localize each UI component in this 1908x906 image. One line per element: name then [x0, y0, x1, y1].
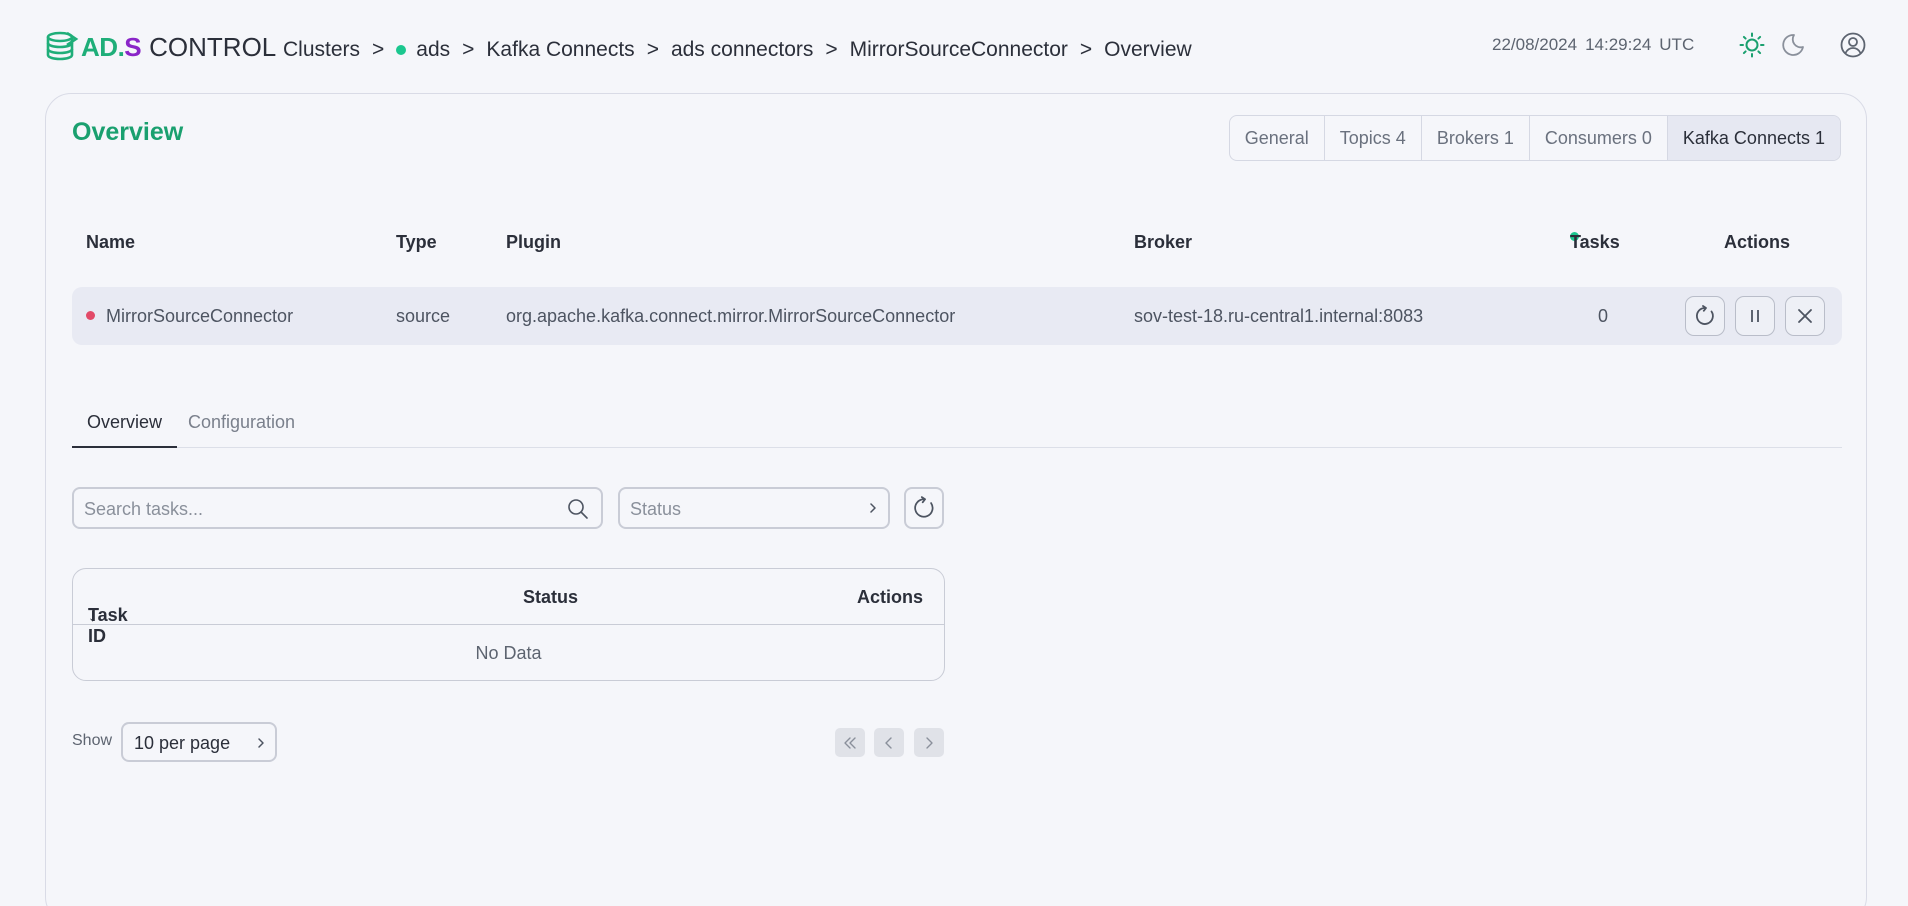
restart-icon — [1696, 305, 1714, 325]
cluster-section-tabs: General Topics 4 Brokers 1 Consumers 0 K… — [1228, 115, 1841, 161]
delete-connector-button[interactable] — [1785, 296, 1825, 336]
chevron-right-icon — [926, 736, 933, 749]
breadcrumb-kafka-connects[interactable]: Kafka Connects — [486, 38, 634, 62]
tab-configuration[interactable]: Configuration — [188, 412, 295, 448]
column-name[interactable]: Name — [86, 232, 135, 253]
logo-s-text: S — [124, 31, 142, 62]
tasks-table-header: Task ID ↓ Status Actions — [73, 569, 944, 646]
pause-icon — [1751, 310, 1759, 322]
chevron-right-icon — [258, 738, 264, 748]
breadcrumb-cluster-ads[interactable]: ads — [396, 38, 450, 62]
breadcrumb-connect-cluster[interactable]: ads connectors — [671, 38, 813, 62]
breadcrumb-cluster-label: ads — [416, 38, 451, 61]
tasks-table: Task ID ↓ Status Actions No Data — [72, 568, 945, 681]
tab-kafka-connects[interactable]: Kafka Connects 1 — [1667, 116, 1840, 160]
connector-plugin: org.apache.kafka.connect.mirror.MirrorSo… — [506, 306, 956, 326]
refresh-tasks-button[interactable] — [904, 487, 944, 529]
breadcrumb-separator: > — [825, 38, 838, 61]
time-text: 14:29:24 — [1585, 35, 1652, 54]
sort-descending-icon: ↓ — [88, 605, 97, 625]
search-icon[interactable] — [567, 498, 589, 520]
breadcrumb-clusters[interactable]: Clusters — [283, 38, 360, 62]
next-page-button[interactable] — [914, 728, 944, 757]
connector-name: MirrorSourceConnector — [106, 306, 294, 326]
light-theme-sun-icon[interactable] — [1739, 32, 1765, 58]
column-plugin[interactable]: Plugin — [506, 232, 561, 253]
breadcrumb-separator: > — [372, 38, 385, 61]
date-text: 22/08/2024 — [1492, 35, 1578, 54]
breadcrumb-separator: > — [646, 38, 659, 61]
top-header: AD. S CONTROL Clusters > ads > Kafka Conne… — [0, 0, 1908, 92]
tab-overview[interactable]: Overview — [72, 412, 178, 448]
double-chevron-left-icon — [844, 736, 856, 749]
page-title: Overview — [72, 118, 184, 146]
chevron-left-icon — [885, 736, 892, 749]
logo-ad-text: AD — [81, 31, 118, 62]
breadcrumb-separator: > — [462, 38, 475, 61]
tab-brokers[interactable]: Brokers 1 — [1422, 116, 1530, 160]
connector-name-cell: MirrorSourceConnector — [86, 306, 293, 327]
column-broker[interactable]: Broker — [1134, 232, 1192, 253]
column-actions: Actions — [1724, 232, 1791, 252]
per-page-value: 10 per page — [134, 733, 231, 753]
connector-type: source — [396, 306, 451, 326]
close-icon — [1798, 309, 1812, 323]
connector-table-header: Name Type Plugin Broker Tasks Actions — [46, 232, 1868, 262]
database-logo-icon — [46, 31, 79, 61]
cluster-status-dot — [396, 45, 407, 55]
first-page-button[interactable] — [835, 728, 865, 757]
status-placeholder: Status — [630, 499, 682, 519]
column-type[interactable]: Type — [396, 232, 437, 253]
connector-status-dot — [86, 310, 95, 320]
logo-dot-text: . — [117, 31, 125, 62]
per-page-select[interactable]: 10 per page — [121, 722, 277, 762]
search-placeholder: Search tasks... — [84, 499, 204, 519]
connector-row[interactable]: MirrorSourceConnector source org.apache.… — [72, 287, 1842, 345]
breadcrumb-connector[interactable]: MirrorSourceConnector — [850, 38, 1068, 62]
refresh-icon — [914, 496, 934, 518]
column-task-actions: Actions — [857, 587, 924, 607]
timezone-text: UTC — [1659, 35, 1695, 54]
breadcrumb-current-page: Overview — [1104, 38, 1192, 61]
restart-connector-button[interactable] — [1685, 296, 1725, 336]
tab-general[interactable]: General — [1230, 116, 1325, 160]
pause-connector-button[interactable] — [1735, 296, 1775, 336]
column-status[interactable]: Status — [523, 587, 578, 608]
search-tasks-input[interactable]: Search tasks... — [72, 487, 603, 529]
empty-state-text: No Data — [475, 643, 542, 663]
connector-sub-tabs: Overview Configuration — [72, 412, 1842, 448]
tab-consumers[interactable]: Consumers 0 — [1530, 116, 1668, 160]
server-datetime: 22/08/2024 14:29:24 UTC — [1492, 35, 1694, 55]
dark-theme-moon-icon[interactable] — [1780, 32, 1806, 58]
breadcrumb-separator: > — [1079, 38, 1093, 61]
connector-tasks-count: 0 — [1598, 306, 1609, 326]
status-filter-select[interactable]: Status — [618, 487, 890, 529]
previous-page-button[interactable] — [874, 728, 904, 757]
ads-control-logo[interactable]: AD. S CONTROL — [45, 30, 276, 64]
chevron-right-icon — [870, 503, 876, 513]
user-profile-icon[interactable] — [1840, 32, 1866, 58]
breadcrumb: Clusters > ads > Kafka Connects > ads co… — [283, 38, 1192, 62]
logo-control-text: CONTROL — [149, 31, 277, 62]
overview-card: Overview General Topics 4 Brokers 1 Cons… — [45, 93, 1867, 906]
column-tasks-label: Tasks — [1570, 232, 1620, 252]
tab-topics[interactable]: Topics 4 — [1325, 116, 1422, 160]
show-label: Show — [72, 732, 113, 749]
connector-broker: sov-test-18.ru-central1.internal:8083 — [1134, 306, 1424, 326]
